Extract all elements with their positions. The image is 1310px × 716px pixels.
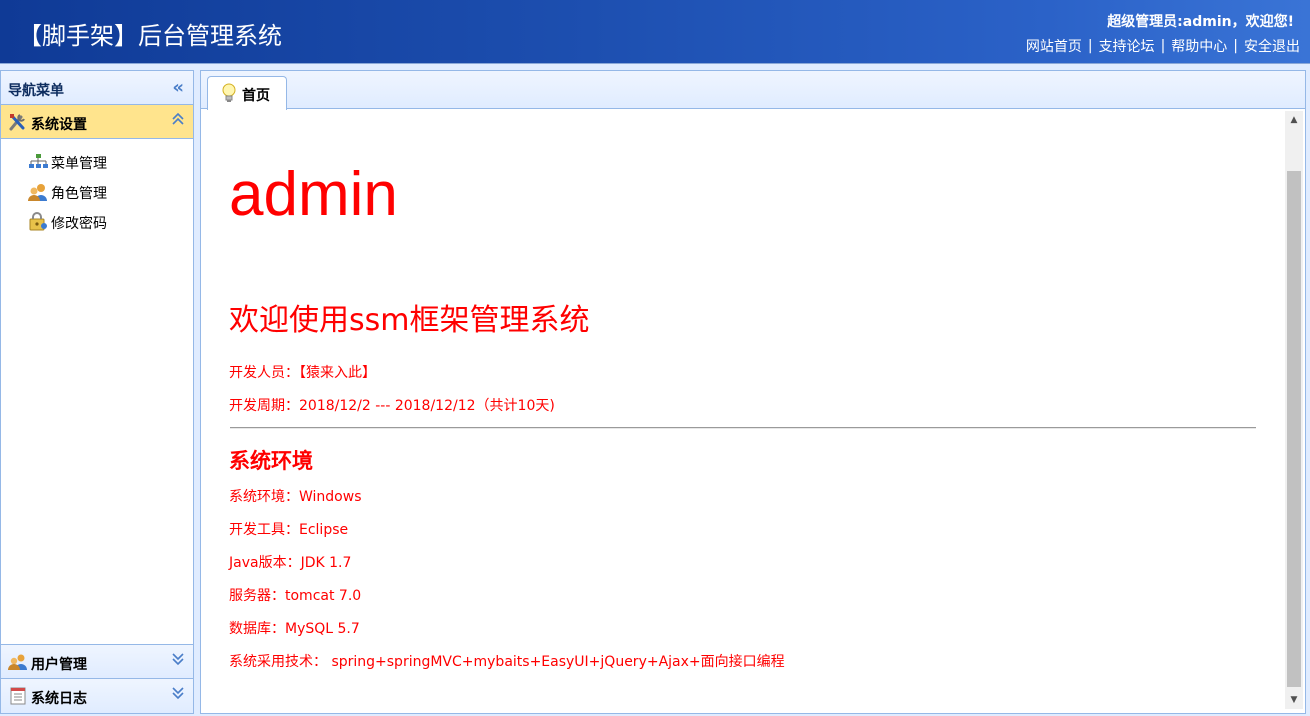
sitemap-icon [28,152,48,172]
sidebar-item-label: 菜单管理 [51,156,107,172]
sidebar-item-role-management[interactable]: 角色管理 [1,179,193,209]
divider [230,427,1256,429]
sidebar-item-label: 修改密码 [51,216,107,232]
sidebar-header: 导航菜单 « [1,71,193,105]
link-separator: | [1087,38,1093,54]
key-icon [28,212,48,232]
sidebar: 导航菜单 « 系统设置 菜单管理 角色管理 修改密码 用户管理 系统日志 [0,70,194,714]
scroll-up-icon[interactable]: ▲ [1285,111,1303,129]
section-label: 系统日志 [31,691,87,707]
tab-label: 首页 [242,88,270,104]
collapsed-sections: 用户管理 系统日志 [1,644,193,713]
welcome-heading: 欢迎使用ssm框架管理系统 [229,303,590,338]
lightbulb-icon [221,83,237,103]
env-technologies: 系统采用技术： spring+springMVC+mybaits+EasyUI+… [229,654,785,670]
section-system-log[interactable]: 系统日志 [1,679,193,713]
chevron-down-icon [171,686,185,700]
env-database: 数据库：MySQL 5.7 [229,621,360,637]
environment-heading: 系统环境 [229,449,313,473]
tools-icon [8,113,28,131]
top-header: 【脚手架】后台管理系统 超级管理员:admin，欢迎您! 网站首页 | 支持论坛… [0,0,1310,64]
section-label: 用户管理 [31,657,87,673]
sidebar-item-label: 角色管理 [51,186,107,202]
sidebar-item-menu-management[interactable]: 菜单管理 [1,149,193,179]
link-forum[interactable]: 支持论坛 [1099,36,1155,56]
welcome-text: 超级管理员:admin，欢迎您! [1107,14,1294,30]
tab-home[interactable]: 首页 [207,76,287,110]
link-help[interactable]: 帮助中心 [1171,36,1227,56]
development-period: 开发周期：2018/12/2 --- 2018/12/12（共计10天) [229,398,555,414]
chevron-up-icon [171,112,185,126]
section-system-settings[interactable]: 系统设置 [1,105,193,139]
developer-info: 开发人员：【猿来入此】 [229,365,376,381]
section-label: 系统设置 [31,117,87,133]
home-content: admin 欢迎使用ssm框架管理系统 开发人员：【猿来入此】 开发周期：201… [201,109,1305,713]
chevron-down-icon [171,652,185,666]
env-server: 服务器：tomcat 7.0 [229,588,362,604]
vertical-scrollbar[interactable]: ▲ ▼ [1285,111,1303,709]
users-icon [8,653,28,671]
username-display: admin [229,160,398,229]
env-java: Java版本：JDK 1.7 [229,555,352,571]
role-icon [28,182,48,202]
link-separator: | [1233,38,1238,54]
menu-list: 菜单管理 角色管理 修改密码 [1,139,193,239]
link-separator: | [1160,38,1166,54]
scroll-thumb[interactable] [1287,171,1301,687]
env-ide: 开发工具：Eclipse [229,522,349,538]
sidebar-item-change-password[interactable]: 修改密码 [1,209,193,239]
link-home[interactable]: 网站首页 [1026,36,1082,56]
main-panel: 首页 admin 欢迎使用ssm框架管理系统 开发人员：【猿来入此】 开发周期：… [200,70,1306,714]
scroll-down-icon[interactable]: ▼ [1285,691,1303,709]
env-os: 系统环境：Windows [229,489,362,505]
tabs-bar: 首页 [201,71,1305,110]
section-user-management[interactable]: 用户管理 [1,645,193,679]
sidebar-title: 导航菜单 [8,83,64,99]
app-title: 【脚手架】后台管理系统 [18,22,282,50]
link-logout[interactable]: 安全退出 [1244,36,1300,56]
collapse-sidebar-icon[interactable]: « [172,77,184,98]
log-icon [8,687,28,705]
header-links: 网站首页 | 支持论坛 | 帮助中心 | 安全退出 [1026,36,1300,56]
